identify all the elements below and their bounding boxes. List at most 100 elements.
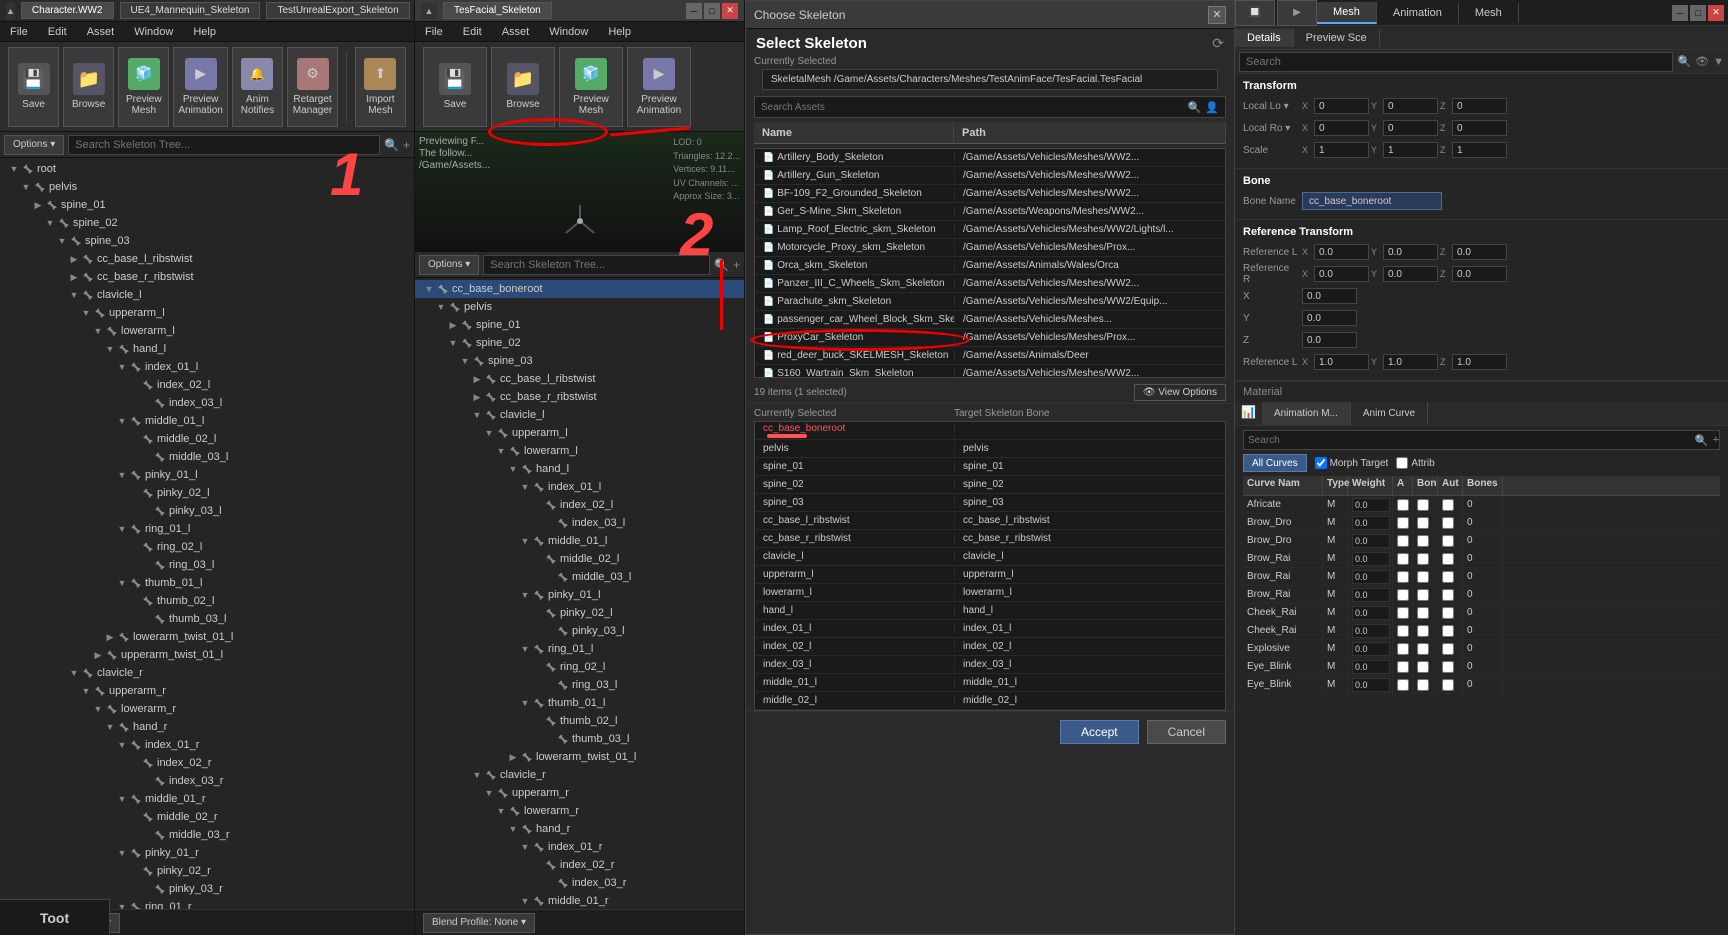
- table-row[interactable]: 📄Lamp_Roof_Electric_skm_Skeleton/Game/As…: [755, 221, 1225, 239]
- tree-item[interactable]: ▼🦴index_01_l: [415, 478, 744, 496]
- curve-weight-cell[interactable]: [1348, 568, 1393, 585]
- curve-aut-cell[interactable]: [1438, 532, 1463, 549]
- mapping-row[interactable]: cc_base_l_ribstwistcc_base_l_ribstwist: [755, 512, 1225, 530]
- add-icon-left[interactable]: +: [403, 138, 410, 152]
- tree-item[interactable]: ▼🦴clavicle_l: [415, 406, 744, 424]
- mapping-row[interactable]: index_01_lindex_01_l: [755, 620, 1225, 638]
- tree-item[interactable]: ▼🦴lowerarm_l: [0, 322, 414, 340]
- curve-bon-cell[interactable]: [1413, 622, 1438, 639]
- tree-item[interactable]: ▼🦴pinky_01_l: [415, 586, 744, 604]
- tree-item[interactable]: 🦴thumb_02_l: [0, 592, 414, 610]
- tree-item[interactable]: ▼🦴pinky_01_l: [0, 466, 414, 484]
- curve-a-checkbox[interactable]: [1397, 589, 1409, 601]
- curve-bon-checkbox[interactable]: [1417, 607, 1429, 619]
- browse-button-mid[interactable]: 📁 Browse: [491, 47, 555, 127]
- morph-target-checkbox[interactable]: [1315, 457, 1327, 469]
- curve-bon-checkbox[interactable]: [1417, 661, 1429, 673]
- lo-x-input[interactable]: [1314, 98, 1369, 114]
- ro-y-input[interactable]: [1383, 120, 1438, 136]
- curve-aut-cell[interactable]: [1438, 676, 1463, 693]
- curve-a-cell[interactable]: [1393, 694, 1413, 696]
- tree-item[interactable]: ▼🦴spine_02: [415, 334, 744, 352]
- tree-item[interactable]: 🦴middle_03_r: [0, 826, 414, 844]
- mapping-row[interactable]: index_03_lindex_03_l: [755, 656, 1225, 674]
- tree-item[interactable]: ▶🦴lowerarm_twist_01_l: [0, 628, 414, 646]
- tree-item[interactable]: 🦴thumb_03_l: [0, 610, 414, 628]
- tree-item[interactable]: ▼🦴index_01_r: [0, 736, 414, 754]
- curve-weight-input[interactable]: [1352, 498, 1390, 512]
- tab-tesfacial[interactable]: TesFacial_Skeleton: [443, 2, 552, 19]
- ref-z-single[interactable]: [1302, 332, 1357, 348]
- tree-item[interactable]: ▼🦴spine_03: [0, 232, 414, 250]
- eye-btn[interactable]: 👁: [1695, 55, 1709, 68]
- dialog-close-btn[interactable]: ✕: [1208, 6, 1226, 24]
- curve-a-cell[interactable]: [1393, 622, 1413, 639]
- tree-item[interactable]: 🦴ring_02_l: [415, 658, 744, 676]
- lo-y-input[interactable]: [1383, 98, 1438, 114]
- tree-item[interactable]: ▼🦴upperarm_l: [415, 424, 744, 442]
- tree-item[interactable]: 🦴pinky_03_l: [0, 502, 414, 520]
- mapping-row[interactable]: upperarm_lupperarm_l: [755, 566, 1225, 584]
- menu-file-left[interactable]: File: [6, 26, 32, 38]
- tab-mesh2-right[interactable]: Mesh: [1459, 3, 1519, 23]
- curve-a-cell[interactable]: [1393, 676, 1413, 693]
- curve-weight-input[interactable]: [1352, 606, 1390, 620]
- curve-aut-cell[interactable]: [1438, 568, 1463, 585]
- bone-mapping-table[interactable]: cc_base_bonerootpelvispelvisspine_01spin…: [754, 421, 1226, 711]
- tree-item[interactable]: 🦴pinky_03_l: [415, 622, 744, 640]
- ro-x-input[interactable]: [1314, 120, 1369, 136]
- mapping-row[interactable]: spine_02spine_02: [755, 476, 1225, 494]
- tree-item[interactable]: ▼🦴lowerarm_l: [415, 442, 744, 460]
- tree-item[interactable]: ▼🦴upperarm_r: [0, 682, 414, 700]
- tree-item[interactable]: ▼🦴lowerarm_r: [415, 802, 744, 820]
- table-row[interactable]: 📄Artillery_Body_Skeleton/Game/Assets/Veh…: [755, 149, 1225, 167]
- curve-search-input[interactable]: [1244, 433, 1691, 448]
- menu-window-mid[interactable]: Window: [545, 26, 592, 38]
- table-row[interactable]: 📄red_deer_buck_SKELMESH_Skeleton/Game/As…: [755, 347, 1225, 365]
- tree-item[interactable]: ▶🦴upperarm_twist_01_l: [0, 646, 414, 664]
- curve-weight-input[interactable]: [1352, 696, 1390, 697]
- accept-button[interactable]: Accept: [1060, 720, 1139, 744]
- tree-item[interactable]: ▶🦴cc_base_l_ribstwist: [0, 250, 414, 268]
- curve-a-cell[interactable]: [1393, 658, 1413, 675]
- curve-aut-cell[interactable]: [1438, 514, 1463, 531]
- menu-help-left[interactable]: Help: [189, 26, 220, 38]
- tree-item[interactable]: ▼🦴ring_01_l: [415, 640, 744, 658]
- attrib-checkbox[interactable]: [1396, 457, 1408, 469]
- tab-character-ww2[interactable]: Character.WW2: [21, 2, 114, 19]
- curve-bon-cell[interactable]: [1413, 532, 1438, 549]
- mapping-row[interactable]: lowerarm_llowerarm_l: [755, 584, 1225, 602]
- curve-aut-cell[interactable]: [1438, 496, 1463, 513]
- menu-edit-mid[interactable]: Edit: [459, 26, 486, 38]
- curve-weight-cell[interactable]: [1348, 658, 1393, 675]
- curve-a-cell[interactable]: [1393, 568, 1413, 585]
- curve-a-checkbox[interactable]: [1397, 571, 1409, 583]
- curve-a-checkbox[interactable]: [1397, 553, 1409, 565]
- menu-asset-mid[interactable]: Asset: [498, 26, 534, 38]
- preview-anim-button-mid[interactable]: ▶ Preview Animation: [627, 47, 691, 127]
- tree-item[interactable]: 🦴middle_03_l: [0, 448, 414, 466]
- close-btn-right[interactable]: ✕: [1708, 5, 1724, 21]
- curve-row[interactable]: Brow_RaiM0: [1243, 550, 1720, 568]
- tree-item[interactable]: 🦴middle_02_r: [0, 808, 414, 826]
- curve-aut-cell[interactable]: [1438, 586, 1463, 603]
- tree-item[interactable]: ▼🦴ring_01_l: [0, 520, 414, 538]
- tree-item[interactable]: 🦴index_03_r: [0, 772, 414, 790]
- menu-help-mid[interactable]: Help: [604, 26, 635, 38]
- preview-sce-tab[interactable]: Preview Sce: [1294, 29, 1380, 47]
- curve-bon-checkbox[interactable]: [1417, 553, 1429, 565]
- save-button-left[interactable]: 💾 Save: [8, 47, 59, 127]
- tree-item[interactable]: 🦴pinky_02_l: [0, 484, 414, 502]
- curve-bon-cell[interactable]: [1413, 676, 1438, 693]
- curve-aut-checkbox[interactable]: [1442, 625, 1454, 637]
- anim-notifies-button[interactable]: 🔔 Anim Notifies: [232, 47, 283, 127]
- curve-row[interactable]: ExplosiveM0: [1243, 640, 1720, 658]
- curve-a-checkbox[interactable]: [1397, 661, 1409, 673]
- curve-aut-checkbox[interactable]: [1442, 535, 1454, 547]
- tree-item[interactable]: ▼🦴clavicle_r: [415, 766, 744, 784]
- tree-item[interactable]: ▼🦴thumb_01_l: [415, 694, 744, 712]
- curve-bon-cell[interactable]: [1413, 514, 1438, 531]
- tree-item[interactable]: 🦴ring_03_l: [415, 676, 744, 694]
- curve-a-checkbox[interactable]: [1397, 679, 1409, 691]
- curve-aut-cell[interactable]: [1438, 694, 1463, 696]
